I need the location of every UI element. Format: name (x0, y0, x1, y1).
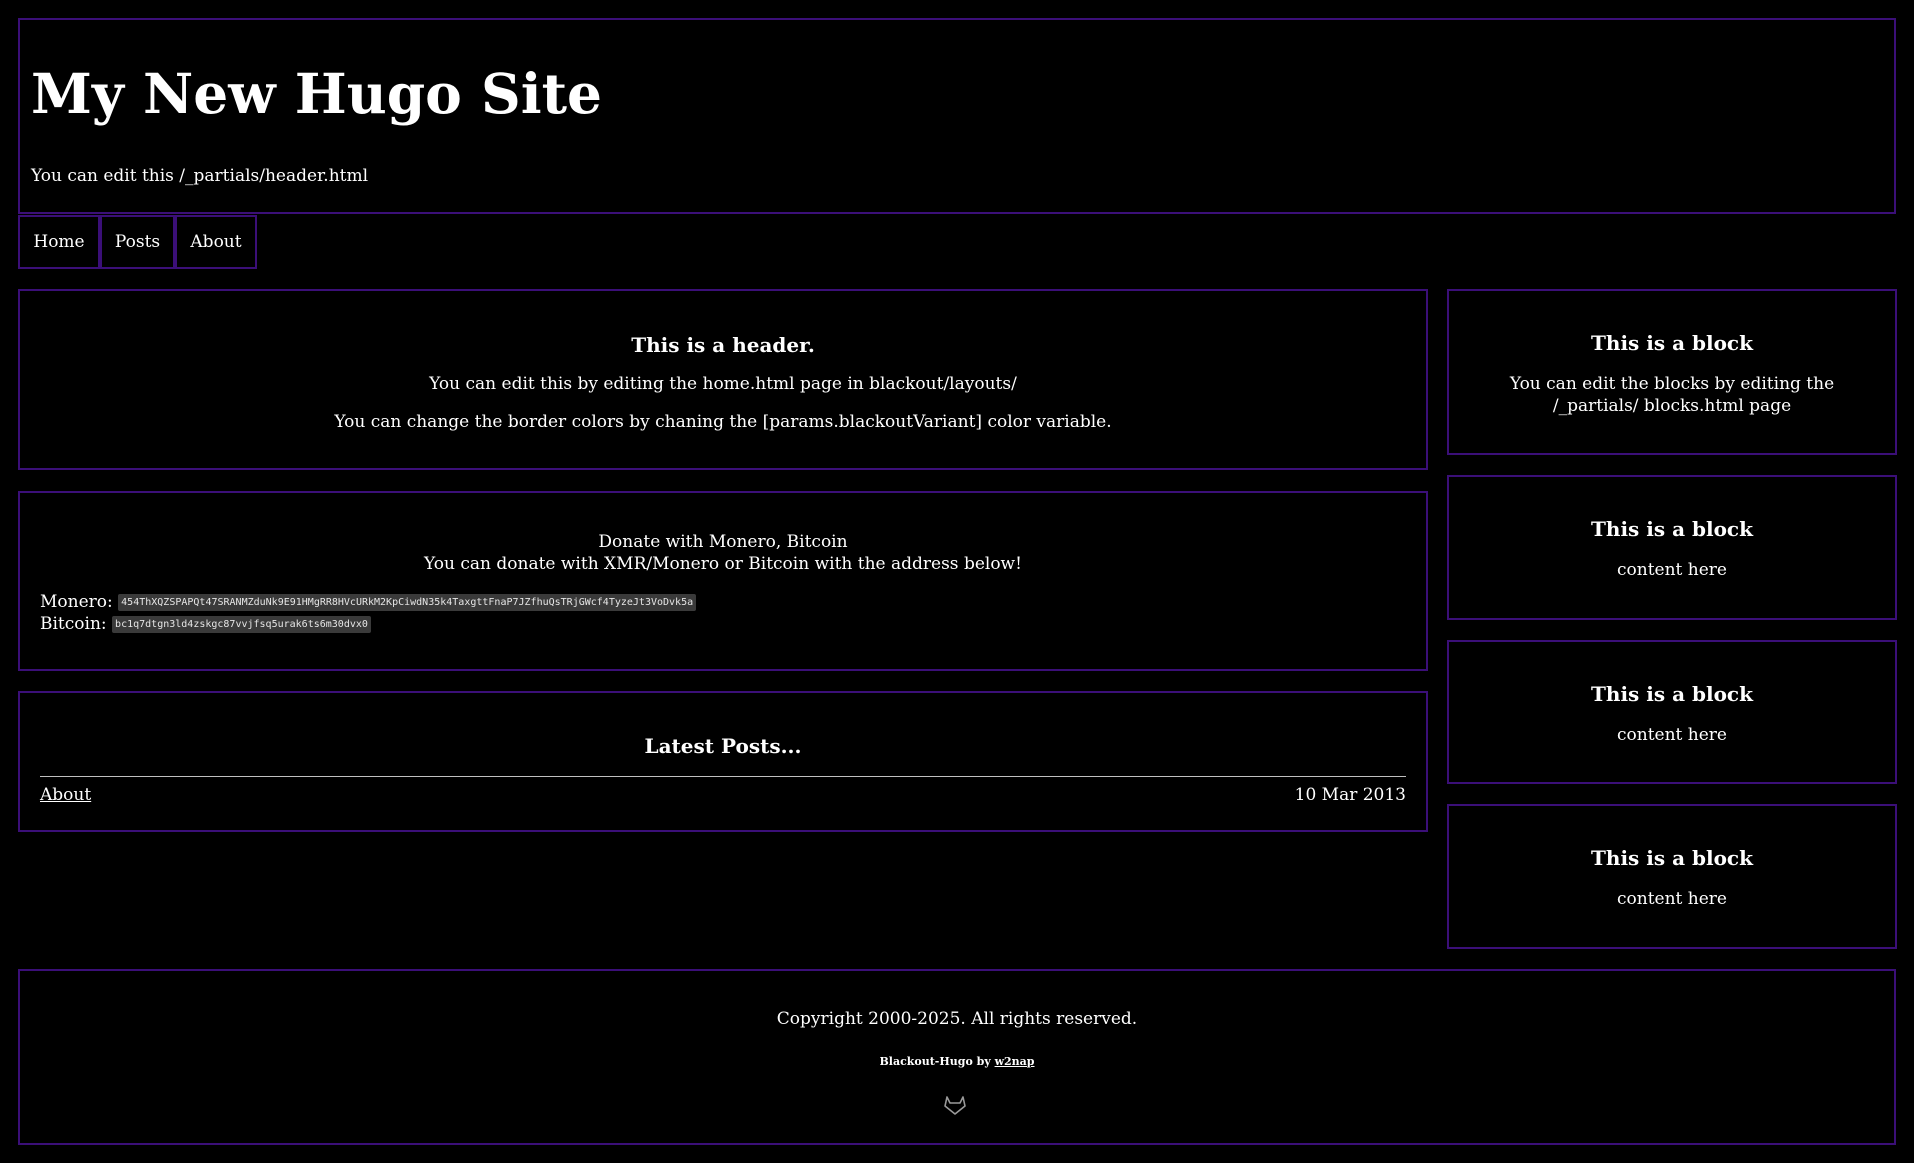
donate-description: You can donate with XMR/Monero or Bitcoi… (424, 554, 1022, 574)
block-body: content here (1617, 889, 1727, 909)
nav-home[interactable]: Home (18, 215, 100, 269)
sidebar-block-4: This is a block content here (1447, 804, 1897, 949)
credit-link[interactable]: w2nap (995, 1055, 1035, 1068)
sidebar-block-1: This is a block You can edit the blocks … (1447, 289, 1897, 455)
block-body: content here (1617, 725, 1727, 745)
monero-address[interactable]: 454ThXQZSPAPQt47SRANMZduNk9E91HMgRR8HVcU… (118, 594, 697, 611)
block-title: This is a block (1591, 331, 1753, 355)
donate-box: Donate with Monero, Bitcoin You can dona… (18, 491, 1428, 671)
site-header: My New Hugo Site You can edit this /_par… (18, 18, 1896, 214)
block-title: This is a block (1591, 846, 1753, 870)
intro-text: You can edit this by editing the home.ht… (429, 374, 1017, 394)
intro-box: This is a header. You can edit this by e… (18, 289, 1428, 470)
bitcoin-address[interactable]: bc1q7dtgn3ld4zskgc87vvjfsq5urak6ts6m30dv… (112, 616, 371, 633)
intro-text-2: You can change the border colors by chan… (334, 412, 1112, 432)
nav-about[interactable]: About (175, 215, 257, 269)
site-subtitle: You can edit this /_partials/header.html (31, 166, 369, 186)
copyright-text: Copyright 2000-2025. All rights reserved… (776, 1009, 1138, 1029)
block-body: You can edit the blocks by editing the /… (1509, 374, 1835, 416)
post-link-about[interactable]: About (40, 785, 91, 805)
nav-posts[interactable]: Posts (100, 215, 175, 269)
monero-label: Monero: (40, 592, 113, 612)
credit-line: Blackout-Hugo by w2nap (20, 1055, 1894, 1068)
divider (40, 776, 1406, 777)
credit-prefix: Blackout-Hugo by (879, 1055, 991, 1068)
sidebar-block-2: This is a block content here (1447, 475, 1897, 620)
bitcoin-label: Bitcoin: (40, 614, 107, 634)
bitcoin-row: Bitcoin: bc1q7dtgn3ld4zskgc87vvjfsq5urak… (40, 613, 371, 636)
block-title: This is a block (1591, 682, 1753, 706)
donate-title: Donate with Monero, Bitcoin (598, 532, 848, 552)
gitlab-icon[interactable] (942, 1093, 968, 1117)
latest-posts-title: Latest Posts... (644, 734, 802, 758)
post-date: 10 Mar 2013 (1294, 785, 1406, 805)
site-title: My New Hugo Site (31, 61, 603, 126)
intro-title: This is a header. (631, 333, 815, 357)
site-footer: Copyright 2000-2025. All rights reserved… (18, 969, 1896, 1145)
block-body: content here (1617, 560, 1727, 580)
block-title: This is a block (1591, 517, 1753, 541)
latest-posts-box: Latest Posts... About 10 Mar 2013 (18, 691, 1428, 832)
sidebar-block-3: This is a block content here (1447, 640, 1897, 784)
monero-row: Monero: 454ThXQZSPAPQt47SRANMZduNk9E91HM… (40, 591, 697, 614)
